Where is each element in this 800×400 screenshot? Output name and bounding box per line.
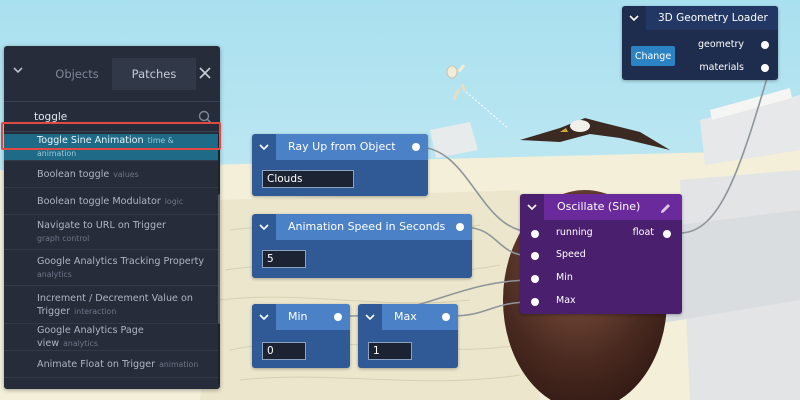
output-port[interactable]: [412, 143, 420, 151]
node-title: Min: [288, 310, 308, 323]
node-oscillate-sine[interactable]: Oscillate (Sine) running float Speed Min…: [520, 194, 682, 314]
input-port[interactable]: [531, 230, 539, 238]
node-title: Oscillate (Sine): [557, 200, 641, 213]
node-title: 3D Geometry Loader: [658, 12, 768, 24]
list-item-label: Toggle Sine Animation: [37, 135, 144, 146]
max-value-field[interactable]: [368, 342, 412, 360]
input-row-running: running float: [520, 224, 682, 244]
input-port[interactable]: [531, 298, 539, 306]
search-icon[interactable]: [198, 109, 212, 124]
node-title: Max: [394, 310, 417, 323]
output-port[interactable]: [761, 64, 769, 72]
input-label: running: [556, 227, 593, 238]
list-item-category: interaction: [74, 306, 117, 316]
node-animation-speed[interactable]: Animation Speed in Seconds: [252, 214, 472, 278]
node-min[interactable]: Min: [252, 304, 350, 368]
search-row: [4, 102, 220, 132]
list-item-category: analytics: [37, 269, 72, 279]
node-ray-up-from-object[interactable]: Ray Up from Object: [252, 134, 428, 196]
list-item-label: Animate Float on Trigger: [37, 358, 156, 370]
input-port[interactable]: [531, 252, 539, 260]
input-port[interactable]: [531, 275, 539, 283]
patch-library-panel: Objects Patches Toggle Sine Animationtim…: [4, 46, 220, 389]
list-item[interactable]: Increment / Decrement Value on Trigger in…: [4, 286, 218, 324]
output-port[interactable]: [663, 230, 671, 238]
object-name-field[interactable]: [262, 170, 354, 188]
list-item[interactable]: Navigate to URL on Trigger graph control: [4, 215, 218, 250]
collapse-chevron-icon[interactable]: [12, 64, 32, 84]
list-item[interactable]: Google Analytics Page view analytics: [4, 324, 218, 351]
speed-value-field[interactable]: [262, 250, 306, 268]
list-item[interactable]: Boolean toggle values: [4, 161, 218, 188]
output-row-geometry: geometry: [682, 37, 778, 53]
panel-tab-bar: Objects Patches: [4, 46, 220, 102]
node-title: Ray Up from Object: [288, 140, 396, 153]
list-item-category: animation: [159, 359, 199, 369]
chevron-down-icon[interactable]: [622, 6, 646, 30]
list-item-category: values: [113, 169, 139, 179]
list-item[interactable]: Boolean toggle Modulator logic: [4, 188, 218, 215]
output-port[interactable]: [442, 313, 450, 321]
input-label: Min: [556, 272, 573, 283]
list-item-label: Boolean toggle: [37, 168, 110, 180]
list-item-category: analytics: [63, 339, 98, 348]
list-item-label: Google Analytics Tracking Property: [37, 255, 205, 267]
output-port[interactable]: [761, 41, 769, 49]
input-row-max: Max: [520, 292, 682, 312]
list-item-category: graph control: [37, 234, 90, 243]
output-port[interactable]: [456, 223, 464, 231]
chevron-down-icon[interactable]: [252, 134, 276, 160]
min-value-field[interactable]: [262, 342, 306, 360]
list-item-label: Boolean toggle Modulator: [37, 195, 161, 207]
output-label: float: [632, 227, 654, 238]
input-row-min: Min: [520, 269, 682, 289]
output-label: geometry: [697, 39, 744, 50]
pencil-icon[interactable]: [659, 200, 672, 213]
search-results-list: Toggle Sine Animation time & animation Bo…: [4, 134, 218, 378]
results-scrollbar[interactable]: [218, 134, 220, 384]
input-label: Max: [556, 295, 576, 306]
output-port[interactable]: [334, 313, 342, 321]
input-label: Speed: [556, 249, 586, 260]
tab-patches[interactable]: Patches: [112, 58, 196, 90]
list-item[interactable]: Google Analytics Tracking Property analy…: [4, 250, 218, 286]
input-row-speed: Speed: [520, 246, 682, 266]
scrollbar-thumb[interactable]: [218, 194, 220, 324]
output-row-materials: materials: [682, 60, 778, 76]
close-icon[interactable]: [196, 64, 214, 82]
list-item[interactable]: Toggle Sine Animation time & animation: [4, 134, 218, 161]
tab-objects[interactable]: Objects: [44, 58, 110, 90]
chevron-down-icon[interactable]: [252, 214, 276, 240]
search-input[interactable]: [34, 108, 184, 126]
chevron-down-icon[interactable]: [358, 304, 382, 330]
node-3d-geometry-loader[interactable]: 3D Geometry Loader Change geometry mater…: [622, 6, 778, 80]
node-max[interactable]: Max: [358, 304, 458, 368]
list-item-label: Navigate to URL on Trigger: [37, 220, 166, 231]
output-label: materials: [699, 62, 744, 73]
node-title: Animation Speed in Seconds: [288, 220, 446, 233]
chevron-down-icon[interactable]: [252, 304, 276, 330]
change-button[interactable]: Change: [631, 46, 675, 66]
list-item-category: logic: [164, 196, 184, 206]
chevron-down-icon[interactable]: [520, 194, 544, 220]
list-item[interactable]: Animate Float on Trigger animation: [4, 351, 218, 378]
